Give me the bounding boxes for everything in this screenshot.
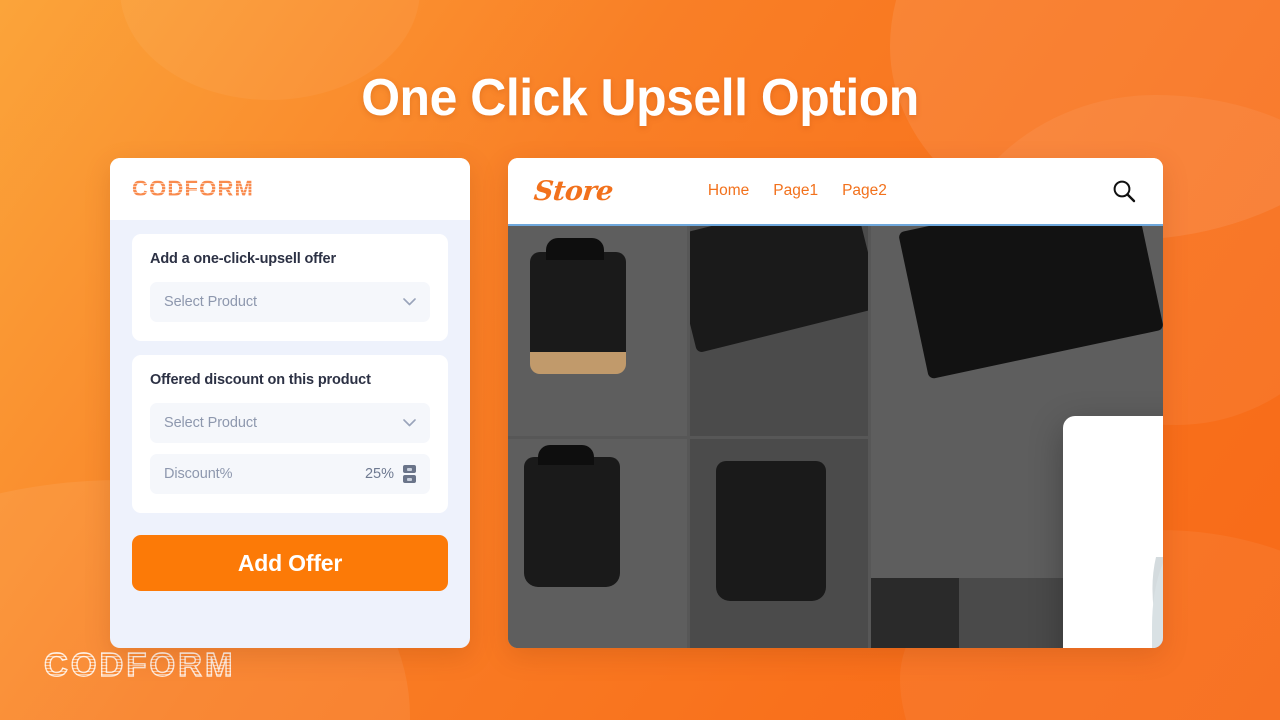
nav-item-home[interactable]: Home [708,182,749,200]
product-hero-image [871,226,1163,396]
upsell-offer-card-title: Add a one-click-upsell offer [150,251,336,267]
offer-product-select-affordance [403,298,416,306]
admin-panel-body: Add a one-click-upsell offer Select Prod… [110,220,470,513]
search-icon[interactable] [1111,178,1137,204]
backpack-silhouette [689,226,868,354]
discount-percent-field[interactable]: Discount% 25% [150,454,430,494]
discount-product-select[interactable]: Select Product [150,403,430,443]
backpack-silhouette [524,456,620,587]
upsell-modal-body: $80 $100 Yes - Add to my order No Thanks… [1063,495,1163,648]
product-gallery [508,226,868,648]
nav-item-page1[interactable]: Page1 [773,182,818,200]
upsell-product-image [1100,505,1163,648]
upsell-media-column [1089,503,1163,648]
chevron-down-icon [403,298,416,306]
discount-card-title: Offered discount on this product [150,372,371,388]
brand-watermark: CODFORM [43,645,236,683]
backpack-handle [546,238,604,260]
discount-product-select-value: Select Product [164,415,257,431]
add-offer-button[interactable]: Add Offer [132,535,448,591]
store-header: Store Home Page1 Page2 [508,158,1163,224]
gallery-cell [508,226,687,436]
discount-percent-label: Discount% [164,466,233,482]
backpack-illustration [1152,556,1163,648]
admin-panel-header: CODFORM [110,158,470,220]
offer-product-select[interactable]: Select Product [150,282,430,322]
gallery-cell [689,438,868,648]
backpack-base [530,352,626,374]
store-logo: Store [532,175,615,207]
admin-panel: CODFORM Add a one-click-upsell offer Sel… [110,158,470,648]
offer-product-select-value: Select Product [164,294,257,310]
discount-percent-control: 25% [365,465,416,483]
codform-logo: CODFORM [132,176,255,202]
backpack-silhouette [715,460,826,601]
upsell-offer-card: Add a one-click-upsell offer Select Prod… [132,234,448,341]
nav-item-page2[interactable]: Page2 [842,182,887,200]
discount-card: Offered discount on this product Select … [132,355,448,513]
page-title: One Click Upsell Option [361,69,919,127]
chevron-down-icon [403,419,416,427]
backpack-handle [538,444,594,465]
gallery-cell [508,438,687,648]
discount-percent-value: 25% [364,466,394,482]
upsell-modal-heading: Add this item to your order and get 20% … [1063,416,1163,495]
upsell-modal: Add this item to your order and get 20% … [1063,416,1163,648]
gallery-cell [689,226,868,436]
store-nav: Home Page1 Page2 [708,182,887,200]
discount-product-select-affordance [403,419,416,427]
store-preview-window: Store Home Page1 Page2 [508,158,1163,648]
stepper-icon[interactable] [403,465,416,483]
